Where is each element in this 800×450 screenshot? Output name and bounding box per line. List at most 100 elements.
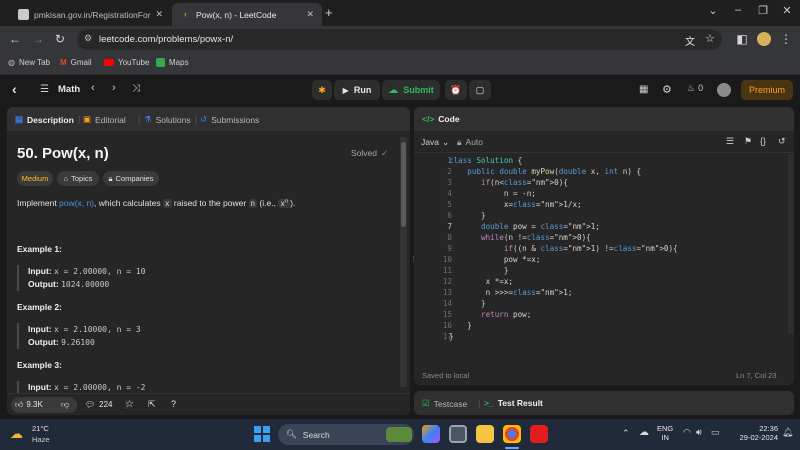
code-line[interactable]: public double myPow(double x, int n) { [449,167,641,176]
code-line[interactable]: x=class="nm">1/x; [449,200,582,209]
share-icon[interactable]: ⇱ [148,399,156,410]
bookmark-gmail[interactable]: M Gmail [60,58,92,67]
address-bar[interactable]: ⚙ leetcode.com/problems/powx-n/ 文 ☆ [77,29,722,50]
tab-solutions[interactable]: ⚗ Solutions [144,114,191,125]
close-tab-icon[interactable]: ✕ [156,9,164,20]
bookmark-icon[interactable]: ⚑ [744,136,752,147]
tab-search-chevron-icon[interactable]: ⌄ [703,4,723,17]
clock[interactable]: 22:36 29-02-2024 [734,424,778,442]
profile-avatar[interactable] [757,32,771,46]
bookmark-maps[interactable]: Maps [156,58,189,67]
code-line[interactable]: } [449,299,486,308]
tab-editorial[interactable]: ▣ Editorial [83,114,126,125]
windows-start-icon[interactable] [254,426,270,442]
youtube-app-icon[interactable] [530,425,548,443]
braces-icon[interactable]: {} [760,136,766,146]
input-language[interactable]: ENG IN [657,424,673,442]
comments-button[interactable]: 💬︎ 224 [85,400,113,409]
code-line[interactable]: } [449,332,454,341]
format-icon[interactable]: ☰ [726,136,734,147]
code-line[interactable]: pow *=x; [449,255,541,264]
volume-icon[interactable]: 🔊︎ [696,427,702,438]
problem-list-title[interactable]: Math [58,84,80,95]
timer-icon[interactable]: ⏰ [445,80,467,100]
site-info-icon[interactable]: ⚙ [84,33,92,44]
bookmark-star-icon[interactable]: ☆ [705,32,715,45]
user-avatar[interactable] [717,83,731,97]
problem-list-icon[interactable]: ☰ [40,84,49,95]
description-scrollbar[interactable] [400,137,407,387]
notes-icon[interactable]: ▢ [469,80,491,100]
code-line[interactable]: x *=x; [449,277,513,286]
code-editor[interactable]: 1 class Solution {2 public double myPow(d… [414,154,784,364]
weather-temp[interactable]: 21°C [32,424,49,433]
code-line[interactable]: n = -n; [449,189,536,198]
thumbs-down-icon[interactable]: 👎︎ [61,400,69,410]
shuffle-icon[interactable]: ⤨ [132,83,140,94]
code-tab[interactable]: </> Code [422,114,460,124]
browser-tab-pmkisan[interactable]: pmkisan.gov.in/RegistrationFor ✕ [10,3,168,26]
code-line[interactable]: while(n !=class="nm">0){ [449,233,591,242]
tab-description[interactable]: ▤ Description [15,114,74,125]
topics-button[interactable]: ⌂ Topics [57,171,99,186]
run-button[interactable]: ▶ Run [334,80,380,100]
tray-overflow-icon[interactable]: ⌃ [622,428,630,439]
restore-button[interactable]: ❐ [753,4,773,17]
code-line[interactable]: } [449,266,509,275]
browser-tab-leetcode[interactable]: ‹ Pow(x, n) - LeetCode ✕ [172,3,322,26]
favorite-star-icon[interactable]: ☆ [125,399,134,410]
bookmark-new-tab[interactable]: ◍ New Tab [8,58,50,67]
layout-grid-icon[interactable]: ▦ [639,84,648,95]
code-line[interactable]: class Solution { [449,156,522,165]
submit-button[interactable]: ☁ Submit [382,80,440,100]
reset-icon[interactable]: ↺ [778,136,786,147]
help-icon[interactable]: ? [171,399,176,409]
code-line[interactable]: if((n & class="nm">1) !=class="nm">0){ [449,244,678,253]
minimize-button[interactable]: – [728,4,748,16]
auto-mode[interactable]: 🔒︎ Auto [457,137,483,148]
notification-bell-icon[interactable]: 🔔︎ [782,427,793,438]
editor-scrollbar[interactable] [788,154,794,334]
prev-problem-icon[interactable]: ‹ [91,82,95,94]
new-tab-button[interactable]: + [325,5,333,20]
back-arrow-icon[interactable]: ← [7,32,23,46]
settings-gear-icon[interactable]: ⚙ [662,83,672,96]
code-line[interactable]: } [449,321,472,330]
tab-testcase[interactable]: ☑ Testcase [422,398,467,409]
weather-desc[interactable]: Haze [32,435,50,444]
pow-link[interactable]: pow(x, n) [59,198,94,208]
code-line[interactable]: return pow; [449,310,531,319]
battery-icon[interactable]: ▭ [711,427,720,438]
close-window-button[interactable]: ✕ [777,4,797,17]
code-line[interactable]: double pow = class="nm">1; [449,222,600,231]
onedrive-cloud-icon[interactable]: ☁ [639,427,649,438]
code-line[interactable]: if(n<class="nm">0){ [449,178,568,187]
like-button[interactable]: 👍︎ 9.3K [15,400,43,410]
leetcode-logo-icon[interactable]: ‹ [12,81,17,97]
side-panel-icon[interactable]: ◧ [734,32,750,46]
premium-button[interactable]: Premium [741,80,793,100]
companies-button[interactable]: 🔒︎ Companies [103,171,159,186]
next-problem-icon[interactable]: › [112,82,116,94]
file-explorer-icon[interactable] [476,425,494,443]
code-line[interactable]: n >>>=class="nm">1; [449,288,573,297]
tab-submissions[interactable]: ↺ Submissions [200,114,259,125]
tab-test-result[interactable]: >_ Test Result [484,398,543,408]
wifi-icon[interactable]: ◠ [683,427,691,438]
forward-arrow-icon[interactable]: → [30,32,46,46]
copilot-icon[interactable] [422,425,440,443]
weather-haze-icon[interactable]: ☁ [10,426,23,442]
language-select[interactable]: Java ⌄ [421,137,449,148]
scrollbar-thumb[interactable] [401,142,406,227]
task-view-icon[interactable] [449,425,467,443]
debugger-icon[interactable]: ✱ [312,80,332,100]
chrome-icon[interactable] [503,425,521,443]
browser-menu-icon[interactable]: ⋮ [778,32,794,46]
bookmark-youtube[interactable]: YouTube [104,58,149,67]
code-line[interactable]: } [449,211,486,220]
close-tab-icon[interactable]: ✕ [306,9,314,20]
translate-icon[interactable]: 文 [685,33,695,48]
streak-counter[interactable]: ♨ 0 [687,83,703,94]
taskbar-search[interactable]: 🔍︎ Search [278,424,414,445]
reload-icon[interactable]: ↻ [52,32,68,46]
